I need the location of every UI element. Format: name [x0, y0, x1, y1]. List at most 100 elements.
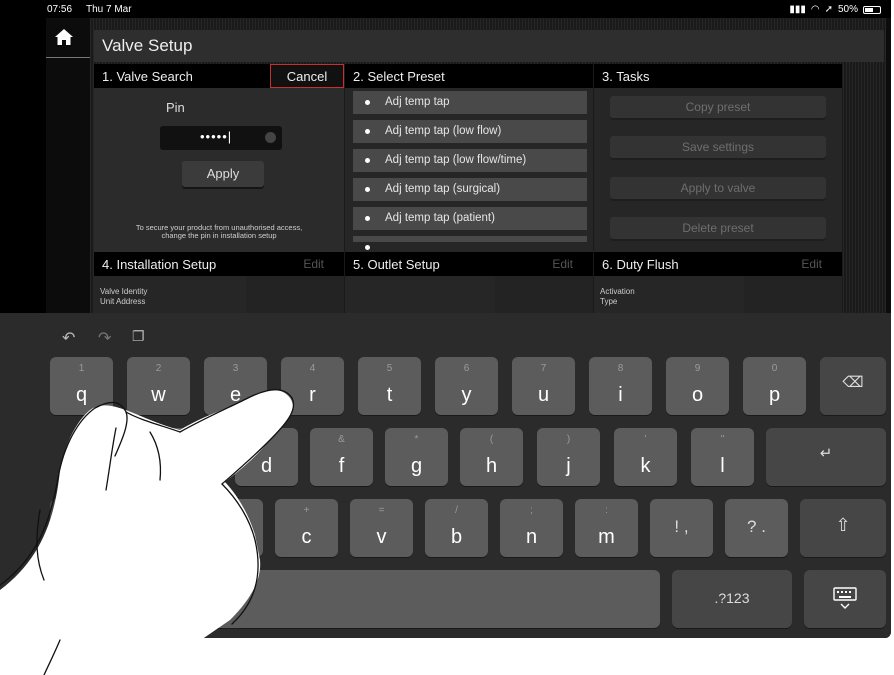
preset-item[interactable]: Adj temp tap (patient) — [353, 207, 587, 230]
key-h[interactable]: (h — [460, 428, 523, 486]
key-label: q — [75, 384, 88, 406]
key-t[interactable]: 5t — [358, 357, 421, 415]
delete-preset-button[interactable]: Delete preset — [610, 217, 826, 239]
installation-edit-button[interactable]: Edit — [303, 257, 324, 271]
apply-button[interactable]: Apply — [182, 161, 264, 187]
home-icon[interactable] — [54, 28, 74, 46]
unit-address-label: Unit Address — [100, 297, 146, 306]
status-indicators: ▮▮▮ ◠ ➚ 50% — [789, 4, 881, 15]
valve-search-title: 1. Valve Search — [102, 69, 193, 84]
preset-item[interactable]: Adj temp tap (low flow) — [353, 120, 587, 143]
key-u[interactable]: 7u — [512, 357, 575, 415]
type-label: Type — [600, 297, 618, 306]
key-m[interactable]: :m — [575, 499, 638, 557]
shift-right-key[interactable]: ⇧ — [800, 499, 886, 557]
outlet-setup-header: 5. Outlet Setup Edit — [345, 252, 593, 276]
copy-preset-button[interactable]: Copy preset — [610, 96, 826, 118]
key-w[interactable]: 2w — [127, 357, 190, 415]
key-o[interactable]: 9o — [666, 357, 729, 415]
space-key[interactable] — [200, 570, 660, 628]
key-n[interactable]: ; n — [500, 499, 563, 557]
tasks-header: 3. Tasks — [594, 64, 842, 88]
key-hint: 6 — [463, 363, 470, 374]
outlet-edit-button[interactable]: Edit — [552, 257, 573, 271]
installation-setup-panel: 4. Installation Setup Edit Valve Identit… — [94, 252, 344, 313]
key-label: i — [618, 384, 623, 406]
key-p[interactable]: 0p — [743, 357, 806, 415]
key-hint: 2 — [155, 363, 162, 374]
installation-setup-header: 4. Installation Setup Edit — [94, 252, 344, 276]
key-label: t — [386, 384, 393, 406]
key-j[interactable]: ) j — [537, 428, 600, 486]
status-time: 07:56 — [47, 4, 73, 15]
key-label: k — [640, 455, 651, 477]
key-label: h — [485, 455, 498, 477]
key-x[interactable] — [200, 499, 263, 557]
key-hint: 8 — [617, 363, 624, 374]
select-preset-panel: 2. Select Preset Adj temp tap Adj temp t… — [345, 64, 593, 254]
preset-item[interactable]: Adj temp tap (surgical) — [353, 178, 587, 201]
numbers-key-label: .?123 — [714, 590, 750, 606]
key-a[interactable] — [80, 428, 146, 486]
key-y[interactable]: 6y — [435, 357, 498, 415]
key-s[interactable] — [158, 428, 221, 486]
key-r[interactable]: 4r — [281, 357, 344, 415]
home-bar — [46, 18, 90, 58]
return-icon: ↵ — [819, 445, 833, 462]
battery-icon — [863, 5, 881, 14]
key-f[interactable]: & f — [310, 428, 373, 486]
key-i[interactable]: 8i — [589, 357, 652, 415]
key-v[interactable]: = v — [350, 499, 413, 557]
redo-icon[interactable]: ↷ — [98, 328, 111, 348]
pin-input[interactable]: •••••| — [160, 126, 282, 150]
preset-item[interactable]: Adj temp tap (low flow/time) — [353, 149, 587, 172]
paste-icon[interactable]: ❐ — [132, 328, 145, 345]
preset-item[interactable]: Adj temp tap — [353, 91, 587, 114]
key-hint: ' — [644, 434, 647, 445]
hide-keyboard-key[interactable] — [804, 570, 886, 628]
backspace-key[interactable]: ⌫ — [820, 357, 886, 415]
undo-icon[interactable]: ↶ — [62, 328, 75, 348]
key-exclamation[interactable]: ! , — [650, 499, 713, 557]
preset-item-partial[interactable] — [353, 236, 587, 250]
key-g[interactable]: * g — [385, 428, 448, 486]
status-date: Thu 7 Mar — [86, 4, 132, 15]
cancel-button[interactable]: Cancel — [270, 64, 344, 88]
tablet-screen: 07:56 Thu 7 Mar ▮▮▮ ◠ ➚ 50% Valve Setup — [0, 0, 891, 638]
numbers-key-left[interactable]: ?123 — [50, 570, 188, 628]
select-preset-header: 2. Select Preset — [345, 64, 593, 88]
wifi-icon: ◠ — [810, 4, 820, 15]
apply-to-valve-button[interactable]: Apply to valve — [610, 177, 826, 199]
shift-icon: ⇧ — [835, 515, 851, 535]
key-label: e — [229, 384, 242, 406]
duty-flush-title: 6. Duty Flush — [602, 257, 679, 272]
key-label: f — [338, 455, 345, 477]
key-hint: ; — [530, 505, 533, 516]
key-hint: & — [338, 434, 345, 445]
key-e[interactable]: 3e — [204, 357, 267, 415]
key-hint: = — [378, 505, 385, 516]
screenshot: 07:56 Thu 7 Mar ▮▮▮ ◠ ➚ 50% Valve Setup — [0, 0, 894, 675]
key-hint: * — [414, 434, 419, 445]
duty-flush-panel: 6. Duty Flush Edit Activation Type — [594, 252, 842, 313]
key-label: b — [450, 526, 463, 548]
save-settings-button[interactable]: Save settings — [610, 136, 826, 158]
key-d[interactable]: £ d — [235, 428, 298, 486]
key-l[interactable]: " l — [691, 428, 754, 486]
duty-flush-edit-button[interactable]: Edit — [801, 257, 822, 271]
key-hint: 3 — [232, 363, 239, 374]
key-q[interactable]: 1q — [50, 357, 113, 415]
keyboard-hide-icon — [833, 587, 857, 609]
key-b[interactable]: / b — [425, 499, 488, 557]
return-key[interactable]: ↵ — [766, 428, 886, 486]
value-column — [744, 276, 842, 313]
numbers-key-right[interactable]: .?123 — [672, 570, 792, 628]
key-c[interactable]: + c — [275, 499, 338, 557]
key-question[interactable]: ? . — [725, 499, 788, 557]
shift-left-key[interactable] — [50, 499, 170, 557]
signal-icon: ▮▮▮ — [789, 4, 806, 15]
key-k[interactable]: ' k — [614, 428, 677, 486]
clear-icon[interactable] — [265, 132, 276, 143]
key-hint: : — [605, 505, 608, 516]
valve-search-panel: 1. Valve Search Cancel Pin •••••| Apply … — [94, 64, 344, 254]
